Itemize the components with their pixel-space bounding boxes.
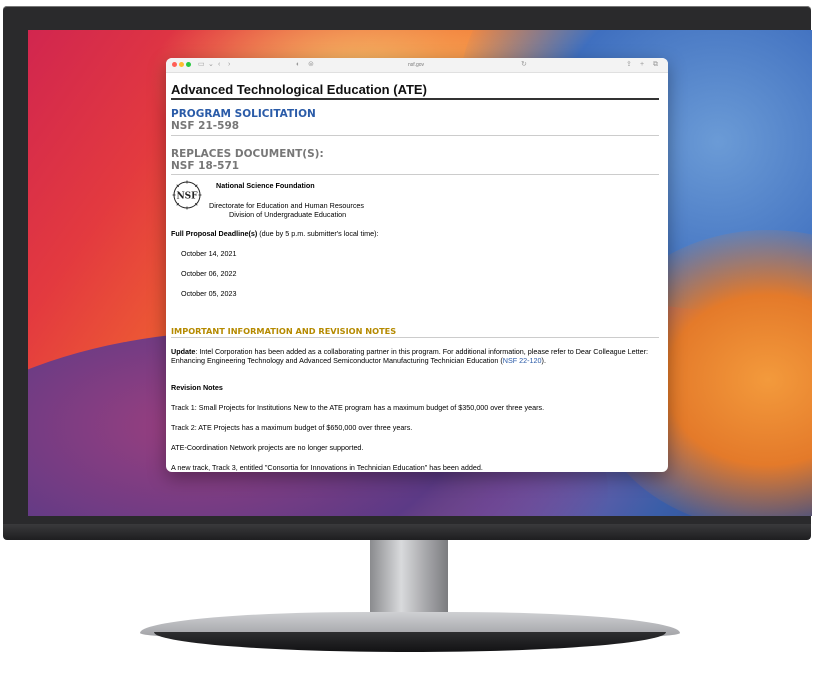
coordination-note: ATE-Coordination Network projects are no…: [171, 443, 364, 452]
deadline-heading: Full Proposal Deadline(s) (due by 5 p.m.…: [171, 229, 379, 238]
zoom-window-button[interactable]: [186, 62, 191, 67]
monitor: ▭ ⌄ ‹ › ◐ ⊜ nsf.gov ↻ ⇪ + ⧉ Advanced Tec…: [0, 0, 814, 676]
back-icon[interactable]: ‹: [218, 59, 220, 71]
organization-name: National Science Foundation: [216, 181, 315, 190]
browser-toolbar: ▭ ⌄ ‹ › ◐ ⊜ nsf.gov ↻ ⇪ + ⧉: [166, 58, 668, 73]
privacy-shield-icon[interactable]: ◐: [296, 59, 300, 71]
update-paragraph: Update: Intel Corporation has been added…: [171, 347, 649, 365]
reader-icon[interactable]: ⊜: [308, 59, 314, 71]
solicitation-number: NSF 21-598: [171, 120, 240, 132]
minimize-window-button[interactable]: [179, 62, 184, 67]
track2-note: Track 2: ATE Projects has a maximum budg…: [171, 423, 413, 432]
important-info-heading: IMPORTANT INFORMATION AND REVISION NOTES: [171, 326, 397, 336]
page-title: Advanced Technological Education (ATE): [171, 82, 427, 97]
program-solicitation-heading: PROGRAM SOLICITATION: [171, 108, 316, 120]
replaced-document-number: NSF 18-571: [171, 160, 240, 172]
nsf-logo-icon: NSF: [172, 180, 202, 210]
section-divider: [171, 337, 659, 338]
track3-note: A new track, Track 3, entitled "Consorti…: [171, 463, 483, 472]
share-icon[interactable]: ⇪: [626, 59, 632, 71]
svg-text:NSF: NSF: [176, 192, 198, 202]
monitor-stand-base: [140, 612, 680, 662]
monitor-chin: [3, 524, 811, 540]
chevron-down-icon[interactable]: ⌄: [208, 59, 214, 71]
forward-icon[interactable]: ›: [228, 59, 230, 71]
new-tab-icon[interactable]: +: [640, 59, 644, 71]
division-name: Division of Undergraduate Education: [229, 210, 347, 219]
deadline-date: October 14, 2021: [181, 249, 237, 258]
directorate-name: Directorate for Education and Human Reso…: [209, 201, 365, 210]
track1-note: Track 1: Small Projects for Institutions…: [171, 403, 545, 412]
revision-notes-heading: Revision Notes: [171, 383, 223, 392]
page-content: Advanced Technological Education (ATE) P…: [171, 74, 661, 472]
section-divider: [171, 135, 659, 136]
nsf-22-120-link[interactable]: NSF 22-120: [503, 356, 542, 365]
address-bar[interactable]: nsf.gov: [386, 59, 446, 71]
sidebar-icon[interactable]: ▭: [198, 59, 205, 71]
reload-icon[interactable]: ↻: [521, 59, 527, 71]
browser-window: ▭ ⌄ ‹ › ◐ ⊜ nsf.gov ↻ ⇪ + ⧉ Advanced Tec…: [166, 58, 668, 472]
title-divider: [171, 98, 659, 100]
replaces-heading: REPLACES DOCUMENT(S):: [171, 148, 324, 160]
close-window-button[interactable]: [172, 62, 177, 67]
section-divider: [171, 174, 659, 175]
monitor-stand-neck: [370, 540, 448, 615]
tab-overview-icon[interactable]: ⧉: [653, 59, 658, 71]
deadline-date: October 05, 2023: [181, 289, 237, 298]
deadline-date: October 06, 2022: [181, 269, 237, 278]
